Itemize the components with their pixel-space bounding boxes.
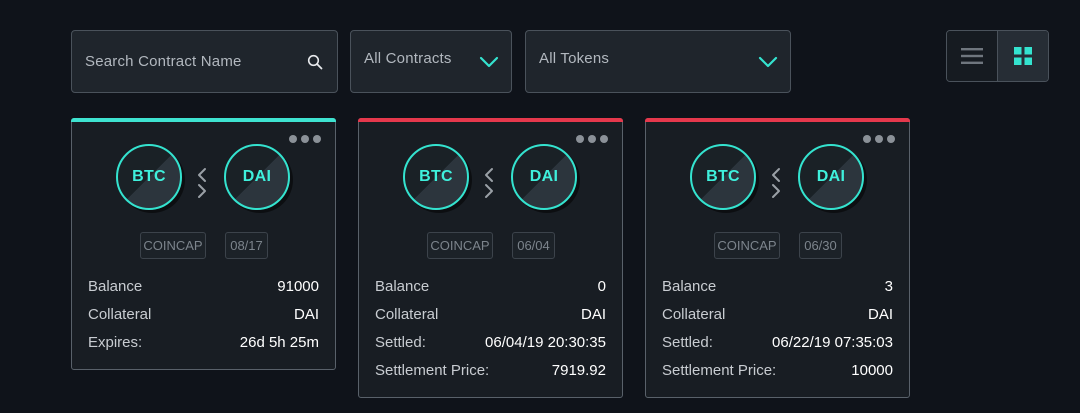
detail-row: Balance 91000: [88, 272, 319, 300]
token-a-avatar: BTC: [690, 144, 756, 210]
detail-label: Settled:: [662, 333, 713, 351]
swap-arrows-icon: [772, 168, 780, 198]
token-a-symbol: BTC: [132, 168, 166, 185]
detail-value: DAI: [580, 305, 606, 323]
detail-value: 06/04/19 20:30:35: [485, 333, 606, 351]
token-a-avatar: BTC: [116, 144, 182, 210]
detail-label: Collateral: [88, 305, 152, 323]
token-b-avatar: DAI: [224, 144, 290, 210]
detail-row: Expires: 26d 5h 25m: [88, 328, 319, 356]
expiry-date-badge: 06/30: [799, 232, 842, 259]
contracts-filter-dropdown[interactable]: All Contracts: [350, 30, 512, 93]
detail-value: 26d 5h 25m: [239, 333, 319, 351]
token-a-symbol: BTC: [419, 168, 453, 185]
token-b-symbol: DAI: [242, 168, 272, 185]
more-options-icon[interactable]: [576, 135, 608, 143]
search-icon[interactable]: [307, 54, 323, 70]
token-a-symbol: BTC: [706, 168, 740, 185]
detail-value: 7919.92: [551, 361, 606, 379]
contracts-filter-value: All Contracts: [364, 50, 452, 67]
oracle-source-badge: COINCAP: [140, 232, 206, 259]
card-details: Balance 91000 Collateral DAI Expires: 26d 5h …: [88, 272, 319, 356]
detail-label: Balance: [88, 277, 143, 295]
token-b-symbol: DAI: [816, 168, 846, 185]
token-b-avatar: DAI: [798, 144, 864, 210]
detail-row: Collateral DAI: [662, 300, 893, 328]
search-input[interactable]: Search Contract Name: [71, 30, 338, 93]
view-toggle: [946, 30, 1049, 82]
status-bar: [358, 118, 623, 122]
list-view-button[interactable]: [947, 31, 998, 81]
detail-value: DAI: [867, 305, 893, 323]
token-b-avatar: DAI: [511, 144, 577, 210]
detail-row: Collateral DAI: [375, 300, 606, 328]
detail-row: Balance 0: [375, 272, 606, 300]
detail-value: 3: [884, 277, 893, 295]
detail-label: Collateral: [662, 305, 726, 323]
detail-row: Settled: 06/22/19 07:35:03: [662, 328, 893, 356]
swap-arrows-icon: [485, 168, 493, 198]
detail-value: 91000: [277, 277, 319, 295]
card-details: Balance 3 Collateral DAI Settled: 06/22/19 07…: [662, 272, 893, 384]
token-a-avatar: BTC: [403, 144, 469, 210]
card-details: Balance 0 Collateral DAI Settled: 06/04/19 20…: [375, 272, 606, 384]
more-options-icon[interactable]: [863, 135, 895, 143]
detail-row: Collateral DAI: [88, 300, 319, 328]
oracle-source-badge: COINCAP: [714, 232, 780, 259]
detail-value: DAI: [293, 305, 319, 323]
detail-value: 10000: [851, 361, 893, 379]
status-bar: [645, 118, 910, 122]
oracle-source-badge: COINCAP: [427, 232, 493, 259]
grid-view-button[interactable]: [997, 31, 1048, 81]
detail-label: Balance: [375, 277, 430, 295]
contract-card[interactable]: BTC DAI COINCAP 06/04 Balance 0 Collateral…: [358, 118, 623, 398]
chevron-down-icon: [479, 56, 499, 68]
status-bar: [71, 118, 336, 122]
chevron-down-icon: [758, 56, 778, 68]
detail-value: 0: [597, 277, 606, 295]
token-b-symbol: DAI: [529, 168, 559, 185]
filter-toolbar: Search Contract Name All Contracts All T…: [0, 0, 1080, 100]
contract-card[interactable]: BTC DAI COINCAP 08/17 Balance 91000 Collat…: [71, 118, 336, 370]
detail-row: Settlement Price: 10000: [662, 356, 893, 384]
detail-label: Settlement Price:: [375, 361, 490, 379]
more-options-icon[interactable]: [289, 135, 321, 143]
detail-row: Balance 3: [662, 272, 893, 300]
list-icon: [960, 48, 983, 64]
detail-label: Settlement Price:: [662, 361, 777, 379]
tokens-filter-value: All Tokens: [539, 50, 610, 67]
detail-label: Expires:: [88, 333, 143, 351]
swap-arrows-icon: [198, 168, 206, 198]
tokens-filter-dropdown[interactable]: All Tokens: [525, 30, 791, 93]
detail-label: Balance: [662, 277, 717, 295]
detail-label: Collateral: [375, 305, 439, 323]
expiry-date-badge: 06/04: [512, 232, 555, 259]
expiry-date-badge: 08/17: [225, 232, 268, 259]
detail-row: Settlement Price: 7919.92: [375, 356, 606, 384]
contract-card[interactable]: BTC DAI COINCAP 06/30 Balance 3 Collateral…: [645, 118, 910, 398]
detail-value: 06/22/19 07:35:03: [772, 333, 893, 351]
grid-icon: [1013, 47, 1032, 65]
detail-row: Settled: 06/04/19 20:30:35: [375, 328, 606, 356]
detail-label: Settled:: [375, 333, 426, 351]
search-placeholder: Search Contract Name: [85, 53, 242, 70]
